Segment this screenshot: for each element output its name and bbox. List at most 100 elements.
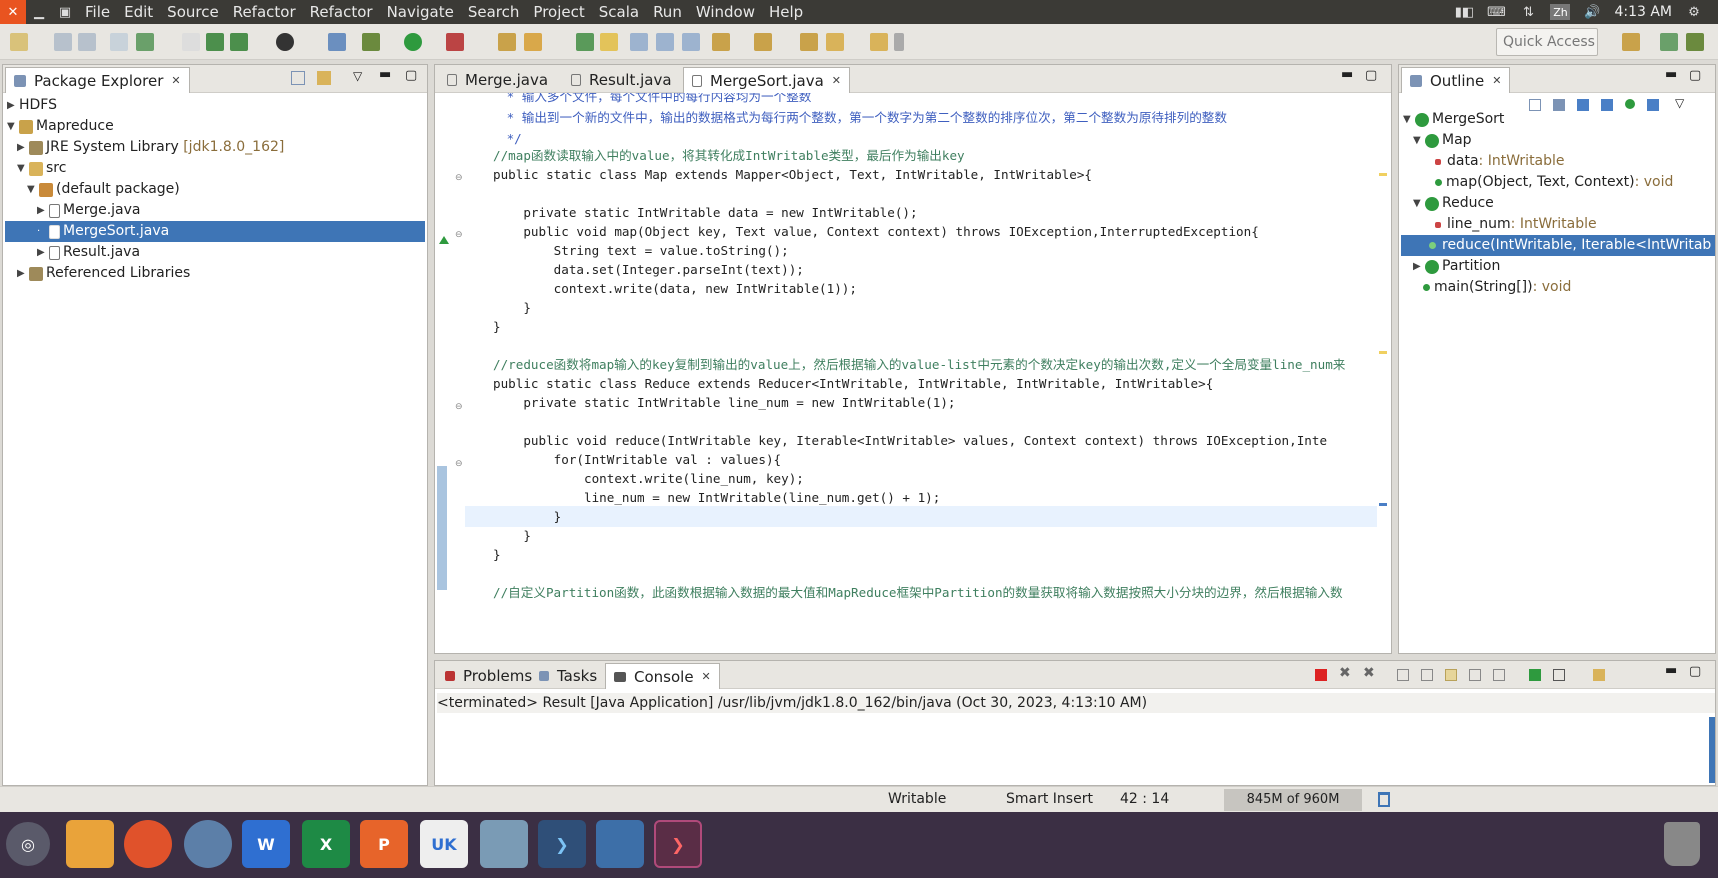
run-icon[interactable] [404,33,422,51]
block-select-icon[interactable] [656,33,674,51]
heap-status[interactable]: 845M of 960M [1224,789,1362,811]
minimize-icon[interactable]: ▬ [1665,663,1677,678]
gear-icon[interactable]: ⚙ [1684,4,1704,20]
quick-access-input[interactable]: Quick Access [1496,28,1598,56]
outline-item-reduce-method[interactable]: reduce(IntWritable, Iterable<IntWritab [1401,235,1715,256]
link-editor-icon[interactable] [317,71,331,85]
excel-icon[interactable]: X [302,820,350,868]
tab-result-java[interactable]: Result.java [563,67,680,93]
tab-mergesort-java[interactable]: MergeSort.java ✕ [683,67,850,93]
hide-fields-icon[interactable] [1577,99,1589,111]
clear-console-icon[interactable] [1397,669,1409,681]
minimize-icon[interactable]: ▬ [1665,67,1677,82]
outline-item-map[interactable]: ▼ Map [1413,130,1472,151]
chevron-right-icon[interactable]: ▶ [17,137,29,158]
chevron-down-icon[interactable]: ▼ [1413,130,1425,151]
hide-local-types-icon[interactable] [1647,99,1659,111]
menu-file[interactable]: File [78,0,117,24]
chromium-icon[interactable] [184,820,232,868]
show-stderr-icon[interactable] [1493,669,1505,681]
code-area[interactable]: * 输入多个文件，每个文件中的每行内容均为一个整数 * 输出到一个新的文件中，输… [465,93,1377,641]
sort-icon[interactable] [1553,99,1565,111]
chevron-down-icon[interactable]: ▼ [27,179,39,200]
next-annotation-icon[interactable] [712,33,730,51]
chevron-right-icon[interactable]: ▶ [7,95,19,116]
network-icon[interactable]: ⇅ [1518,4,1538,20]
maximize-icon[interactable]: ▢ [1689,68,1701,83]
fold-marker-icon[interactable]: ⊖ [455,230,463,240]
collapse-all-icon[interactable] [291,71,305,85]
search-icon[interactable] [524,33,542,51]
outline-item-main[interactable]: main(String[]) : void [1423,277,1571,298]
chevron-down-icon[interactable] [894,33,904,51]
chevron-right-icon[interactable]: ▶ [1413,256,1425,277]
collapse-all-icon[interactable] [1529,99,1541,111]
tree-item-merge-java[interactable]: ▶ Merge.java [37,200,141,221]
paragraph-icon[interactable] [682,33,700,51]
open-perspective-icon[interactable] [1622,33,1640,51]
console-output[interactable] [435,715,1707,785]
overview-ruler-mark[interactable] [1379,173,1387,176]
powerpoint-icon[interactable]: P [360,820,408,868]
pin-console-icon[interactable] [1529,669,1541,681]
menu-window[interactable]: Window [689,0,762,24]
menu-navigate[interactable]: Navigate [380,0,461,24]
dictionary-icon[interactable]: UK [420,820,468,868]
whitespace-icon[interactable] [630,33,648,51]
menu-refactor[interactable]: Refactor [226,0,303,24]
close-icon[interactable]: ✕ [171,74,180,87]
outline-item-partition[interactable]: ▶ Partition [1413,256,1500,277]
tree-item-jre[interactable]: ▶ JRE System Library [jdk1.8.0_162] [17,137,284,158]
tab-outline[interactable]: Outline ✕ [1401,67,1511,93]
new-icon[interactable] [10,33,28,51]
tree-item-mergesort-java[interactable]: · MergeSort.java [5,221,425,242]
task-icon[interactable] [182,33,200,51]
chevron-right-icon[interactable]: ▶ [17,263,29,284]
user-icon[interactable] [276,33,294,51]
outline-item-reduce[interactable]: ▼ Reduce [1413,193,1494,214]
fold-marker-icon[interactable]: ⊖ [455,459,463,469]
debug-icon[interactable] [362,33,380,51]
word-icon[interactable]: W [242,820,290,868]
close-icon[interactable]: ✕ [1492,74,1501,87]
screenshot-icon[interactable] [480,820,528,868]
override-marker-icon[interactable] [439,236,449,244]
save-all-icon[interactable] [78,33,96,51]
annotation-icon[interactable] [576,33,594,51]
server-icon[interactable] [206,33,224,51]
hide-non-public-icon[interactable] [1625,99,1635,109]
tab-package-explorer[interactable]: Package Explorer ✕ [5,67,190,93]
status-insert-mode[interactable]: Smart Insert [1006,791,1093,807]
files-icon[interactable] [66,820,114,868]
pin-icon[interactable] [328,33,346,51]
outline-item-line-num[interactable]: line_num : IntWritable [1435,214,1597,235]
keyboard-icon[interactable]: ⌨ [1486,4,1506,20]
maximize-icon[interactable]: ▢ [405,68,417,83]
previous-annotation-icon[interactable] [754,33,772,51]
ubuntu-launcher-icon[interactable]: ◎ [6,822,50,866]
maximize-icon[interactable]: ▢ [1689,664,1701,679]
menu-project[interactable]: Project [526,0,591,24]
input-method-icon[interactable]: Zh [1550,4,1571,20]
scroll-lock-icon[interactable] [1421,669,1433,681]
debug-perspective-icon[interactable] [1686,33,1704,51]
menu-run[interactable]: Run [646,0,689,24]
chevron-down-icon[interactable]: ▼ [1403,109,1415,130]
debug-server-icon[interactable] [230,33,248,51]
run-config-icon[interactable] [446,33,464,51]
outline-toggle-icon[interactable] [136,33,154,51]
save-icon[interactable] [54,33,72,51]
chevron-right-icon[interactable]: ▶ [37,200,49,221]
word-wrap-icon[interactable] [1445,669,1457,681]
trash-bin-icon[interactable] [1664,822,1700,866]
vscode-icon[interactable]: ❯ [538,820,586,868]
open-type-icon[interactable] [498,33,516,51]
close-window-icon[interactable]: ✕ [0,0,26,24]
view-menu-icon[interactable]: ▽ [1675,96,1684,110]
clock[interactable]: 4:13 AM [1614,4,1672,20]
menu-edit[interactable]: Edit [117,0,160,24]
overview-ruler-mark[interactable] [1379,351,1387,354]
close-icon[interactable]: ✕ [702,670,711,683]
chevron-right-icon[interactable]: ▶ [37,242,49,263]
outline-item-data[interactable]: data : IntWritable [1435,151,1565,172]
